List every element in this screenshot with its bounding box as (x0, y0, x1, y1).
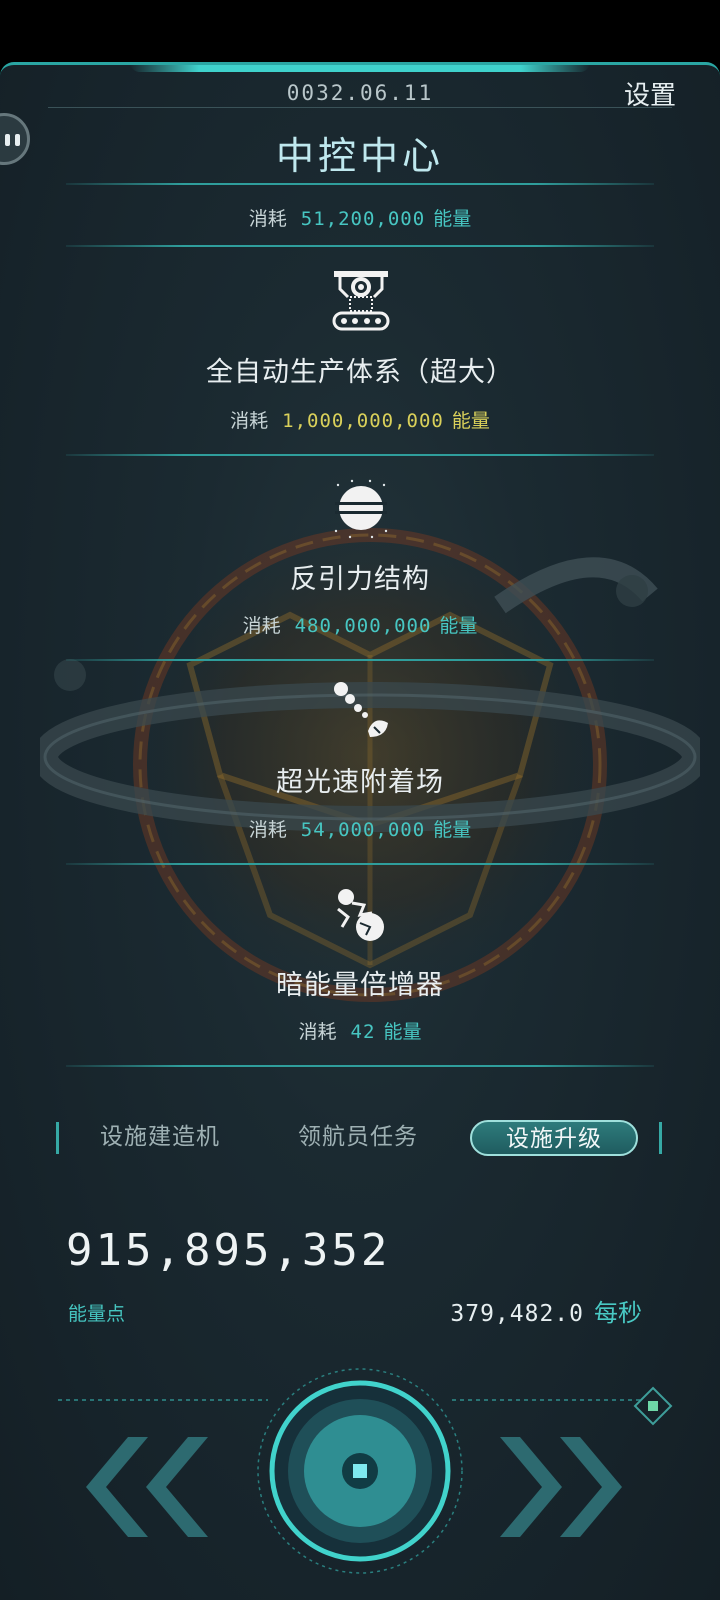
cost-amount: 51,200,000 (300, 208, 426, 230)
panel-top-glow (130, 65, 590, 72)
divider (66, 659, 654, 661)
cost-unit: 能量 (383, 1021, 422, 1043)
item-cost: 消耗 42 能量 (0, 1017, 720, 1044)
cost-unit: 能量 (451, 410, 490, 432)
center-cost: 消耗 51,200,000 能量 (0, 204, 720, 231)
cost-label: 消耗 (248, 208, 287, 230)
planet-icon (334, 479, 388, 539)
item-name[interactable]: 超光速附着场 (0, 760, 720, 799)
page-title: 中控中心 (275, 134, 444, 178)
main-action-button[interactable] (254, 1365, 466, 1577)
divider (66, 1065, 654, 1067)
cost-label: 消耗 (298, 1021, 337, 1043)
cost-amount: 1,000,000,000 (282, 410, 444, 432)
tab-navigator-missions[interactable]: 领航员任务 (278, 1120, 438, 1156)
divider (66, 454, 654, 456)
item-cost: 消耗 54,000,000 能量 (0, 815, 720, 842)
cost-label: 消耗 (248, 819, 287, 841)
item-cost: 消耗 1,000,000,000 能量 (0, 406, 720, 433)
item-name[interactable]: 反引力结构 (0, 557, 720, 596)
item-name[interactable]: 暗能量倍增器 (0, 963, 720, 1002)
energy-points-value: 915,895,352 (66, 1225, 391, 1276)
satellite-dish-icon (334, 682, 388, 737)
settings-button[interactable]: 设置 (624, 75, 676, 112)
tab-bar-left-edge (56, 1122, 59, 1154)
date-divider (48, 107, 672, 108)
tab-bar: 设施建造机 领航员任务 设施升级 (56, 1120, 662, 1156)
next-page-chevrons-icon[interactable] (500, 1433, 642, 1541)
main-panel: 0032.06.11 设置 中控中心 消耗 51,200,000 能量 全自动生… (0, 62, 720, 1600)
divider (66, 245, 654, 247)
item-name[interactable]: 全自动生产体系（超大） (0, 350, 720, 389)
cost-label: 消耗 (242, 615, 281, 637)
diamond-indicator-icon (633, 1386, 673, 1426)
cost-amount: 54,000,000 (300, 819, 426, 841)
previous-page-chevrons-icon[interactable] (66, 1433, 208, 1541)
energy-points-label: 能量点 (68, 1303, 126, 1325)
status-bar (0, 0, 720, 62)
energy-rate: 379,482.0 每秒 (450, 1293, 642, 1328)
divider (66, 863, 654, 865)
energy-rate-value: 379,482.0 (450, 1301, 584, 1327)
tab-facility-builder[interactable]: 设施建造机 (80, 1120, 240, 1156)
dark-energy-icon (337, 889, 384, 941)
factory-robot-icon (332, 271, 390, 331)
cost-label: 消耗 (230, 410, 269, 432)
energy-rate-unit: 每秒 (594, 1299, 642, 1327)
tab-facility-upgrade[interactable]: 设施升级 (470, 1120, 638, 1156)
cost-amount: 480,000,000 (294, 615, 432, 637)
item-cost: 消耗 480,000,000 能量 (0, 611, 720, 638)
cost-amount: 42 (350, 1021, 376, 1043)
cost-unit: 能量 (439, 615, 478, 637)
divider (66, 183, 654, 185)
game-date: 0032.06.11 (286, 81, 434, 105)
cost-unit: 能量 (433, 208, 472, 230)
tab-bar-right-edge (659, 1122, 662, 1154)
cost-unit: 能量 (433, 819, 472, 841)
